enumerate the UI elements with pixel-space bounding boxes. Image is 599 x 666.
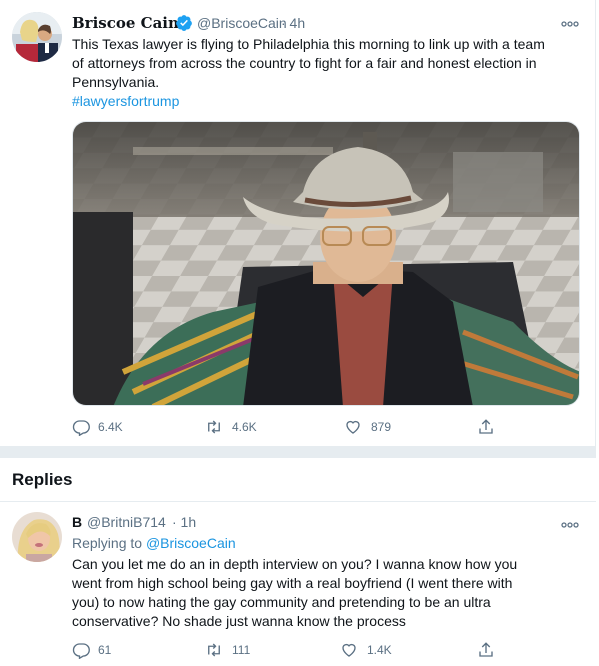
share-icon <box>479 642 493 657</box>
retweet-button[interactable]: 111 <box>204 641 250 659</box>
reply-tweet[interactable]: B @BritniB714 · 1h Replying to @BriscoeC… <box>0 502 596 666</box>
heart-icon <box>346 420 360 434</box>
like-count: 1.4K <box>367 643 392 657</box>
share-button[interactable] <box>477 641 495 659</box>
heart-icon <box>342 643 356 657</box>
verified-badge-icon <box>175 14 193 37</box>
tweet-time[interactable]: · 4h <box>281 15 305 31</box>
retweet-icon <box>208 420 220 434</box>
more-options-icon[interactable] <box>560 516 580 534</box>
replying-to-handle-link[interactable]: @BriscoeCain <box>146 535 236 551</box>
more-options-icon[interactable] <box>560 15 580 33</box>
reply-button[interactable]: 6.4K <box>72 418 123 436</box>
replies-heading: Replies <box>12 470 73 489</box>
like-button[interactable]: 879 <box>343 418 391 436</box>
avatar[interactable] <box>12 12 62 62</box>
reply-text-line: went from high school being gay with a r… <box>72 575 513 591</box>
tweet-photo[interactable] <box>72 121 580 406</box>
reply-count: 61 <box>98 643 112 657</box>
hashtag-link[interactable]: #lawyersfortrump <box>72 92 545 111</box>
tweet-text-line: This Texas lawyer is flying to Philadelp… <box>72 36 545 52</box>
reply-button[interactable]: 61 <box>72 641 111 659</box>
main-tweet[interactable]: Briscoe Cain @BriscoeCain · 4h This Texa… <box>0 0 596 446</box>
reply-author-name[interactable]: B <box>72 514 82 530</box>
reply-time[interactable]: · 1h <box>172 514 196 530</box>
reply-text-line: you) to now hating the gay community and… <box>72 594 491 610</box>
reply-text: Can you let me do an in depth interview … <box>72 555 517 631</box>
retweet-count: 111 <box>232 643 251 657</box>
tweet-text: This Texas lawyer is flying to Philadelp… <box>72 35 545 111</box>
reply-icon <box>72 643 90 659</box>
like-button[interactable]: 1.4K <box>339 641 392 659</box>
reply-text-line: Can you let me do an in depth interview … <box>72 556 518 572</box>
retweet-icon <box>208 643 220 657</box>
retweet-button[interactable]: 4.6K <box>204 418 257 436</box>
retweet-count: 4.6K <box>232 420 257 434</box>
replying-to-label: Replying to <box>72 535 146 551</box>
like-count: 879 <box>371 420 392 434</box>
replying-to: Replying to @BriscoeCain <box>72 535 236 551</box>
reply-author-handle[interactable]: @BritniB714 <box>87 514 166 530</box>
share-button[interactable] <box>477 418 495 436</box>
share-icon <box>479 419 493 434</box>
reply-text-line: conservative? No shade just wanna know t… <box>72 613 406 629</box>
tweet-text-line: of attorneys from across the country to … <box>72 55 537 71</box>
author-name[interactable]: Briscoe Cain <box>72 14 179 32</box>
reply-count: 6.4K <box>98 420 123 434</box>
avatar[interactable] <box>12 512 62 562</box>
section-divider <box>0 446 596 458</box>
tweet-text-line: Pennsylvania. <box>72 74 160 90</box>
author-handle[interactable]: @BriscoeCain <box>197 15 287 31</box>
reply-icon <box>72 420 90 436</box>
